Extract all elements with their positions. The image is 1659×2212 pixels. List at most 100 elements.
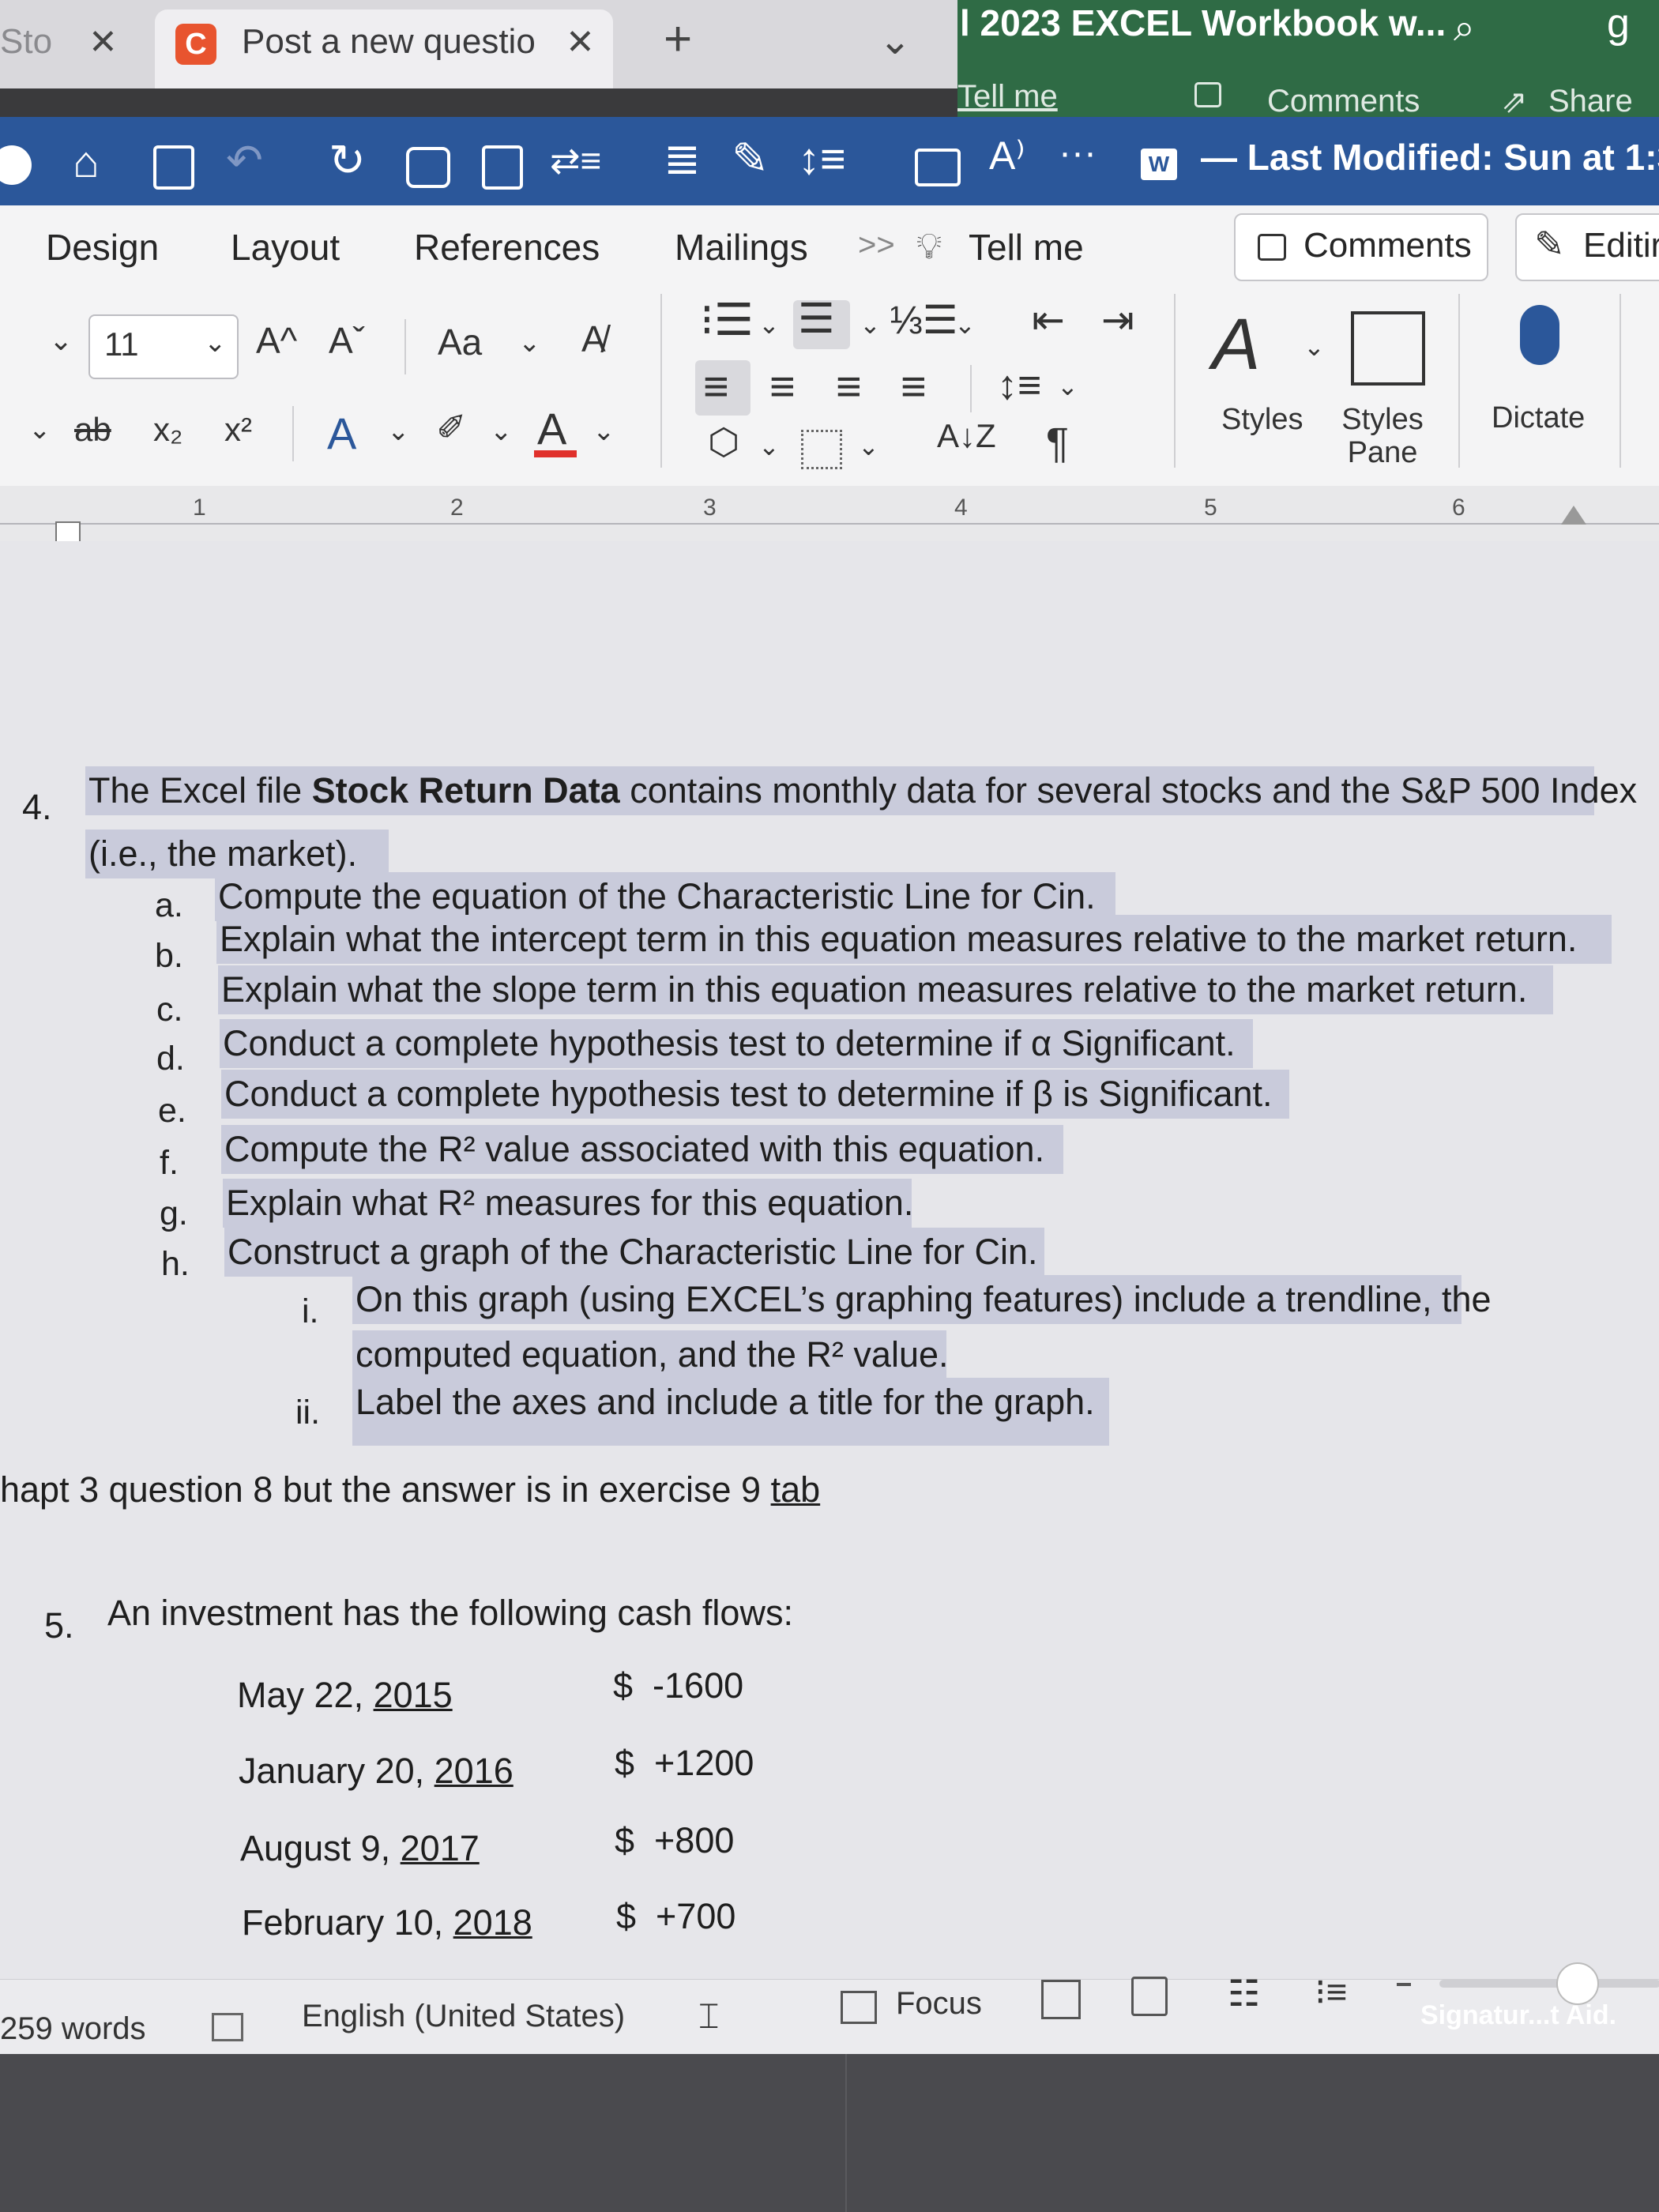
read-mode-icon[interactable]	[1131, 1977, 1168, 2016]
text-effects-icon[interactable]: A	[327, 408, 356, 459]
dictate-label[interactable]: Dictate	[1492, 401, 1585, 434]
comments-button[interactable]: Comments	[1234, 213, 1488, 281]
chevron-down-icon[interactable]: ⌄	[490, 416, 513, 447]
tab-close-icon[interactable]: ✕	[566, 22, 595, 62]
cashflow-amount[interactable]: $ +800	[615, 1820, 734, 1861]
align-right-icon[interactable]: ≡	[836, 360, 862, 412]
outline-view-icon[interactable]: ☷	[1228, 1972, 1260, 2014]
line-spacing-icon[interactable]: ↕≡	[997, 362, 1041, 409]
zoom-slider-handle[interactable]	[1556, 1962, 1599, 2005]
decrease-indent-icon[interactable]: ⇤	[1032, 297, 1065, 343]
list-icon[interactable]: ↕≡	[798, 133, 846, 184]
focus-icon[interactable]	[841, 1991, 877, 2024]
tab-mailings[interactable]: Mailings	[675, 226, 808, 269]
align-icon[interactable]: ≣	[664, 133, 701, 185]
accessibility-icon[interactable]: ⌶	[698, 1997, 719, 2037]
sub-item-i-line-2[interactable]: computed equation, and the R² value.	[352, 1330, 949, 1379]
chevron-down-icon[interactable]: ⌄	[28, 414, 51, 446]
chevron-down-icon[interactable]: ⌄	[860, 310, 881, 340]
chevron-down-icon[interactable]: ⌄	[592, 416, 615, 447]
list-item-b[interactable]: Explain what the intercept term in this …	[216, 915, 1612, 964]
word-count[interactable]: 259 words	[0, 2011, 146, 2047]
list-item-c[interactable]: Explain what the slope term in this equa…	[218, 965, 1553, 1014]
zoom-slider[interactable]	[1439, 1980, 1659, 1988]
search-icon[interactable]: ⌕	[1454, 6, 1475, 51]
chevron-down-icon[interactable]: ⌄	[954, 310, 976, 340]
cashflow-date[interactable]: May 22, 2015	[237, 1675, 453, 1716]
language-status[interactable]: English (United States)	[302, 1999, 625, 2034]
tab-active-label[interactable]: Post a new questio	[242, 22, 536, 62]
clear-format-icon[interactable]: A̸	[581, 318, 606, 360]
more-icon[interactable]: ···	[1059, 131, 1097, 175]
tell-me-ribbon[interactable]: Tell me	[969, 226, 1084, 269]
font-dropdown-icon[interactable]: ⌄	[49, 324, 73, 357]
align-center-icon[interactable]: ≡	[769, 360, 796, 412]
chevron-down-icon[interactable]: ⌄	[518, 327, 541, 359]
highlight-icon[interactable]: ✐	[436, 406, 467, 449]
change-case-button[interactable]: Aa	[438, 321, 482, 363]
cashflow-amount[interactable]: $ -1600	[613, 1665, 743, 1706]
superscript-button[interactable]: x²	[224, 411, 252, 449]
redo-icon[interactable]: ↻	[329, 134, 366, 186]
read-aloud-icon[interactable]: A⁾	[989, 133, 1025, 179]
print-icon[interactable]	[406, 147, 450, 188]
question-5-text[interactable]: An investment has the following cash flo…	[107, 1593, 793, 1634]
editing-button[interactable]: ✎ Editir	[1515, 213, 1659, 281]
ruler[interactable]	[0, 486, 1659, 542]
sub-item-ii[interactable]: Label the axes and include a title for t…	[352, 1378, 1109, 1446]
home-icon[interactable]: ⌂	[73, 136, 100, 187]
chevron-down-icon[interactable]: ⌄	[387, 416, 410, 447]
new-tab-icon[interactable]: +	[664, 11, 692, 67]
note-link[interactable]: tab	[771, 1469, 821, 1510]
tab-references[interactable]: References	[414, 226, 600, 269]
list-item-a[interactable]: Compute the equation of the Characterist…	[215, 872, 1115, 921]
chevron-down-icon[interactable]: ⌄	[858, 431, 879, 461]
styles-pane-icon[interactable]	[1351, 311, 1425, 386]
save-icon[interactable]	[153, 145, 194, 190]
print-layout-icon[interactable]	[1041, 1980, 1081, 2019]
more-tabs-icon[interactable]: >>	[858, 228, 895, 263]
account-icon[interactable]: g	[1607, 0, 1630, 47]
pilcrow-button[interactable]: ¶	[1046, 419, 1069, 468]
shading-icon[interactable]: ⬡	[708, 420, 739, 463]
chevron-down-icon[interactable]: ⌄	[758, 431, 780, 461]
subscript-button[interactable]: x₂	[153, 411, 182, 449]
cashflow-date[interactable]: August 9, 2017	[240, 1828, 480, 1869]
chevron-down-icon[interactable]: ⌄	[1057, 371, 1078, 401]
tab-layout[interactable]: Layout	[231, 226, 340, 269]
justify-icon[interactable]: ≡	[901, 360, 927, 412]
right-indent-marker-icon[interactable]	[1561, 506, 1586, 525]
sort-button[interactable]: A↓Z	[937, 419, 996, 453]
tell-me-top[interactable]: Tell me	[957, 79, 1058, 115]
list-item-h[interactable]: Construct a graph of the Characteristic …	[224, 1228, 1044, 1277]
cashflow-amount[interactable]: $ +1200	[615, 1743, 754, 1784]
edit-doc-icon[interactable]	[482, 145, 523, 190]
last-modified-text[interactable]: — Last Modified: Sun at 1:3	[1201, 136, 1659, 179]
question-4-line-2[interactable]: (i.e., the market).	[85, 830, 389, 878]
indent-icon[interactable]: ⇄≡	[550, 139, 601, 182]
chevron-down-icon[interactable]: ⌄	[1304, 332, 1325, 362]
list-item-e[interactable]: Conduct a complete hypothesis test to de…	[221, 1070, 1289, 1119]
cashflow-amount[interactable]: $ +700	[616, 1896, 735, 1937]
font-size-select[interactable]: 11 ⌄	[88, 314, 239, 379]
styles-label[interactable]: Styles	[1221, 403, 1303, 436]
shrink-font-button[interactable]: Aˇ	[329, 319, 365, 362]
cashflow-date[interactable]: February 10, 2018	[242, 1902, 532, 1943]
share-button[interactable]: Share	[1548, 84, 1633, 119]
mail-icon[interactable]	[915, 149, 961, 186]
strikethrough-button[interactable]: ab	[74, 411, 111, 449]
list-item-f[interactable]: Compute the R² value associated with thi…	[221, 1125, 1063, 1174]
tab-partial-label[interactable]: Sto	[0, 22, 52, 62]
list-item-d[interactable]: Conduct a complete hypothesis test to de…	[220, 1019, 1253, 1068]
multilevel-list-icon[interactable]: ⅓☰	[890, 297, 958, 343]
tab-design[interactable]: Design	[46, 226, 159, 269]
comments-top[interactable]: Comments	[1267, 84, 1420, 119]
borders-icon[interactable]	[801, 430, 842, 469]
zoom-out-icon[interactable]	[1397, 1983, 1411, 1986]
increase-indent-icon[interactable]: ⇥	[1101, 297, 1134, 343]
note-line[interactable]: hapt 3 question 8 but the answer is in e…	[0, 1469, 820, 1510]
cashflow-date[interactable]: January 20, 2016	[239, 1751, 514, 1792]
styles-icon[interactable]: A	[1212, 303, 1260, 386]
question-4-line-1[interactable]: The Excel file Stock Return Data contain…	[85, 766, 1637, 815]
draw-icon[interactable]: ✎	[732, 133, 769, 185]
